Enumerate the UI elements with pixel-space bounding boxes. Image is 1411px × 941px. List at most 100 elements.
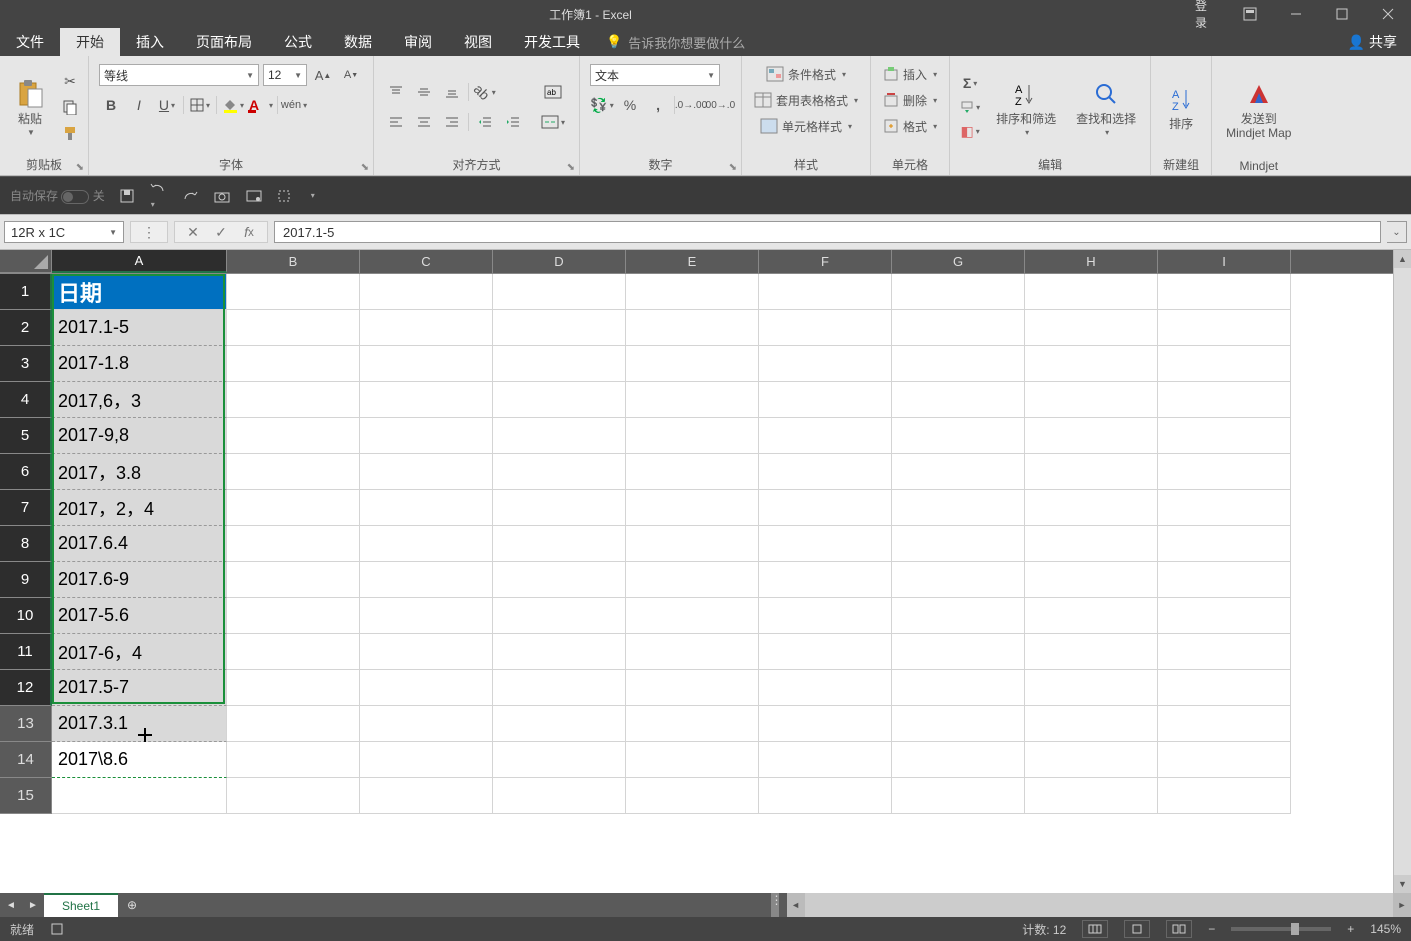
cell-D13[interactable] (493, 706, 626, 742)
tab-developer[interactable]: 开发工具 (508, 28, 596, 56)
add-sheet-button[interactable]: ⊕ (118, 893, 146, 917)
cell-D4[interactable] (493, 382, 626, 418)
cell-A8[interactable]: 2017.6.4 (52, 526, 227, 562)
cell-H15[interactable] (1025, 778, 1158, 814)
cell-F14[interactable] (759, 742, 892, 778)
enter-button[interactable]: ✓ (209, 224, 233, 241)
cancel-button[interactable]: ✕ (181, 224, 205, 241)
camera-button[interactable] (213, 189, 231, 203)
cell-F3[interactable] (759, 346, 892, 382)
cell-G2[interactable] (892, 310, 1025, 346)
undo-button[interactable]: ▾ (149, 181, 167, 210)
cell-A7[interactable]: 2017，2，4 (52, 490, 227, 526)
cell-D6[interactable] (493, 454, 626, 490)
cell-F7[interactable] (759, 490, 892, 526)
cell-C7[interactable] (360, 490, 493, 526)
cell-I13[interactable] (1158, 706, 1291, 742)
align-top-button[interactable] (384, 81, 408, 103)
tab-view[interactable]: 视图 (448, 28, 508, 56)
cell-E9[interactable] (626, 562, 759, 598)
view-normal-button[interactable] (1082, 920, 1108, 938)
horizontal-scrollbar[interactable]: ◄ ► (787, 893, 1411, 917)
decrease-font-button[interactable]: A▼ (339, 64, 363, 86)
column-header-F[interactable]: F (759, 250, 892, 273)
cell-F15[interactable] (759, 778, 892, 814)
cell-H1[interactable] (1025, 274, 1158, 310)
row-header-9[interactable]: 9 (0, 562, 52, 598)
cell-C13[interactable] (360, 706, 493, 742)
tab-insert[interactable]: 插入 (120, 28, 180, 56)
cell-C1[interactable] (360, 274, 493, 310)
sheet-nav-prev[interactable]: ◄ (0, 893, 22, 917)
cell-E11[interactable] (626, 634, 759, 670)
zoom-level[interactable]: 145% (1370, 922, 1401, 936)
cell-C10[interactable] (360, 598, 493, 634)
cell-styles-button[interactable]: 单元格样式▾ (756, 114, 856, 138)
cell-A3[interactable]: 2017-1.8 (52, 346, 227, 382)
wrap-text-button[interactable]: ab (537, 81, 569, 103)
cell-G10[interactable] (892, 598, 1025, 634)
tab-data[interactable]: 数据 (328, 28, 388, 56)
cell-C12[interactable] (360, 670, 493, 706)
cell-G3[interactable] (892, 346, 1025, 382)
delete-cells-button[interactable]: 删除▾ (879, 88, 941, 112)
cell-E7[interactable] (626, 490, 759, 526)
cell-G7[interactable] (892, 490, 1025, 526)
cell-G11[interactable] (892, 634, 1025, 670)
column-header-H[interactable]: H (1025, 250, 1158, 273)
autosum-button[interactable]: Σ▾ (958, 72, 982, 94)
tab-scroll-splitter[interactable]: ⋮ (771, 893, 779, 917)
scroll-down-arrow[interactable]: ▼ (1394, 875, 1411, 893)
cell-G15[interactable] (892, 778, 1025, 814)
cell-B14[interactable] (227, 742, 360, 778)
cell-A9[interactable]: 2017.6-9 (52, 562, 227, 598)
cell-D7[interactable] (493, 490, 626, 526)
cell-F13[interactable] (759, 706, 892, 742)
cell-C6[interactable] (360, 454, 493, 490)
cell-G12[interactable] (892, 670, 1025, 706)
format-painter-button[interactable] (58, 122, 82, 144)
comma-button[interactable]: , (646, 94, 670, 116)
spreadsheet-grid[interactable]: ABCDEFGHI 1日期22017.1-532017-1.842017,6，3… (0, 250, 1393, 893)
cell-C14[interactable] (360, 742, 493, 778)
paste-button[interactable]: 粘贴 ▼ (6, 63, 54, 151)
decrease-decimal-button[interactable]: .00→.0 (707, 94, 731, 116)
cell-I9[interactable] (1158, 562, 1291, 598)
cell-B6[interactable] (227, 454, 360, 490)
clear-button[interactable]: ◧▾ (958, 120, 982, 142)
cell-A4[interactable]: 2017,6，3 (52, 382, 227, 418)
cell-H8[interactable] (1025, 526, 1158, 562)
fx-button[interactable]: fx (237, 224, 261, 240)
phonetic-button[interactable]: wén▾ (282, 94, 306, 116)
cell-G13[interactable] (892, 706, 1025, 742)
sort-filter-button[interactable]: AZ 排序和筛选▾ (988, 63, 1064, 151)
cell-G4[interactable] (892, 382, 1025, 418)
mindjet-button[interactable]: 发送到 Mindjet Map (1218, 65, 1299, 153)
cell-A10[interactable]: 2017-5.6 (52, 598, 227, 634)
zoom-slider[interactable] (1231, 927, 1331, 931)
view-pagebreak-button[interactable] (1166, 920, 1192, 938)
cell-E5[interactable] (626, 418, 759, 454)
cell-G5[interactable] (892, 418, 1025, 454)
cell-I12[interactable] (1158, 670, 1291, 706)
dialog-launcher[interactable]: ⬊ (76, 162, 84, 173)
cell-H11[interactable] (1025, 634, 1158, 670)
tab-file[interactable]: 文件 (0, 28, 60, 56)
cell-B13[interactable] (227, 706, 360, 742)
cell-E4[interactable] (626, 382, 759, 418)
cell-I14[interactable] (1158, 742, 1291, 778)
cell-B11[interactable] (227, 634, 360, 670)
cell-F10[interactable] (759, 598, 892, 634)
column-header-B[interactable]: B (227, 250, 360, 273)
cell-B2[interactable] (227, 310, 360, 346)
find-select-button[interactable]: 查找和选择▾ (1068, 63, 1144, 151)
cell-F12[interactable] (759, 670, 892, 706)
scroll-right-arrow[interactable]: ► (1393, 893, 1411, 917)
row-header-1[interactable]: 1 (0, 274, 52, 310)
qat-icon-1[interactable] (245, 189, 263, 203)
orientation-button[interactable]: ab▾ (473, 81, 497, 103)
cell-A12[interactable]: 2017.5-7 (52, 670, 227, 706)
cell-C8[interactable] (360, 526, 493, 562)
align-middle-button[interactable] (412, 81, 436, 103)
cell-F2[interactable] (759, 310, 892, 346)
